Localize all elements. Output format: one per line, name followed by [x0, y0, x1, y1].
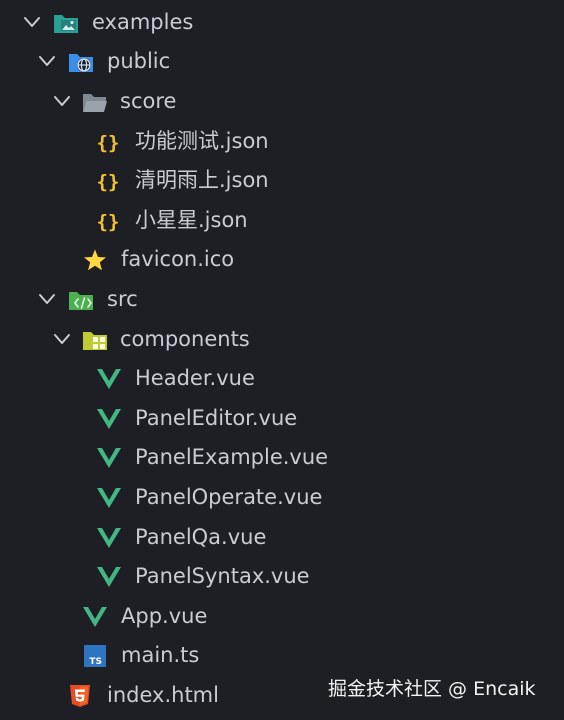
- svg-text:{}: {}: [97, 171, 120, 193]
- tree-item-public[interactable]: public: [0, 45, 564, 81]
- typescript-icon: TS: [84, 645, 106, 667]
- tree-item-label: examples: [92, 10, 194, 34]
- tree-item-vue-file[interactable]: PanelSyntax.vue: [0, 560, 564, 596]
- tree-item-label: PanelEditor.vue: [135, 406, 298, 430]
- tree-item-favicon[interactable]: favicon.ico: [0, 243, 564, 279]
- tree-item-label: App.vue: [121, 604, 208, 628]
- tree-item-json-file[interactable]: {} 功能测试.json: [0, 125, 564, 161]
- tree-item-label: 清明雨上.json: [135, 168, 269, 192]
- vue-icon: [97, 528, 121, 548]
- file-explorer-tree: examples public score {} 功能测试.json {} 清明…: [0, 0, 564, 720]
- star-icon: [84, 249, 106, 271]
- tree-item-vue-file[interactable]: App.vue: [0, 600, 564, 636]
- tree-item-label: PanelSyntax.vue: [135, 564, 310, 588]
- tree-item-components[interactable]: components: [0, 323, 564, 359]
- chevron-down-icon[interactable]: [52, 329, 72, 349]
- tree-item-label: favicon.ico: [121, 247, 235, 271]
- tree-item-vue-file[interactable]: PanelEditor.vue: [0, 402, 564, 438]
- vue-icon: [97, 409, 121, 429]
- tree-item-label: Header.vue: [135, 366, 255, 390]
- html5-icon: [70, 685, 90, 707]
- watermark: 掘金技术社区 @ Encaik: [328, 678, 536, 700]
- folder-globe-icon: [69, 54, 93, 72]
- json-icon: {}: [97, 171, 120, 193]
- tree-item-score[interactable]: score: [0, 85, 564, 121]
- tree-item-label: src: [107, 287, 138, 311]
- tree-item-label: index.html: [107, 683, 219, 707]
- svg-text:{}: {}: [97, 211, 120, 233]
- tree-item-label: 功能测试.json: [135, 129, 269, 153]
- json-icon: {}: [97, 211, 120, 233]
- vue-icon: [97, 488, 121, 508]
- tree-item-src[interactable]: src: [0, 283, 564, 319]
- tree-item-examples[interactable]: examples: [0, 6, 564, 42]
- svg-text:TS: TS: [89, 657, 102, 667]
- chevron-down-icon[interactable]: [37, 289, 57, 309]
- tree-item-label: score: [120, 89, 177, 113]
- tree-item-label: PanelQa.vue: [135, 525, 267, 549]
- svg-text:{}: {}: [97, 132, 120, 154]
- chevron-down-icon[interactable]: [37, 51, 57, 71]
- tree-item-label: 小星星.json: [135, 208, 248, 232]
- tree-item-label: public: [107, 49, 171, 73]
- tree-item-vue-file[interactable]: PanelExample.vue: [0, 441, 564, 477]
- chevron-down-icon[interactable]: [52, 91, 72, 111]
- tree-item-label: components: [120, 327, 250, 351]
- tree-item-vue-file[interactable]: PanelOperate.vue: [0, 481, 564, 517]
- vue-icon: [83, 607, 107, 627]
- tree-item-label: PanelOperate.vue: [135, 485, 323, 509]
- tree-item-vue-file[interactable]: Header.vue: [0, 362, 564, 398]
- vue-icon: [97, 448, 121, 468]
- tree-item-json-file[interactable]: {} 小星星.json: [0, 204, 564, 240]
- folder-components-icon: [83, 332, 107, 350]
- folder-open-icon: [83, 94, 107, 112]
- tree-item-vue-file[interactable]: PanelQa.vue: [0, 521, 564, 557]
- tree-item-json-file[interactable]: {} 清明雨上.json: [0, 164, 564, 200]
- folder-code-icon: [69, 292, 93, 310]
- tree-item-label: main.ts: [121, 643, 200, 667]
- vue-icon: [97, 567, 121, 587]
- folder-image-icon: [54, 15, 78, 33]
- vue-icon: [97, 369, 121, 389]
- tree-item-label: PanelExample.vue: [135, 445, 329, 469]
- chevron-down-icon[interactable]: [22, 12, 42, 32]
- json-icon: {}: [97, 132, 120, 154]
- tree-item-ts-file[interactable]: TS main.ts: [0, 639, 564, 675]
